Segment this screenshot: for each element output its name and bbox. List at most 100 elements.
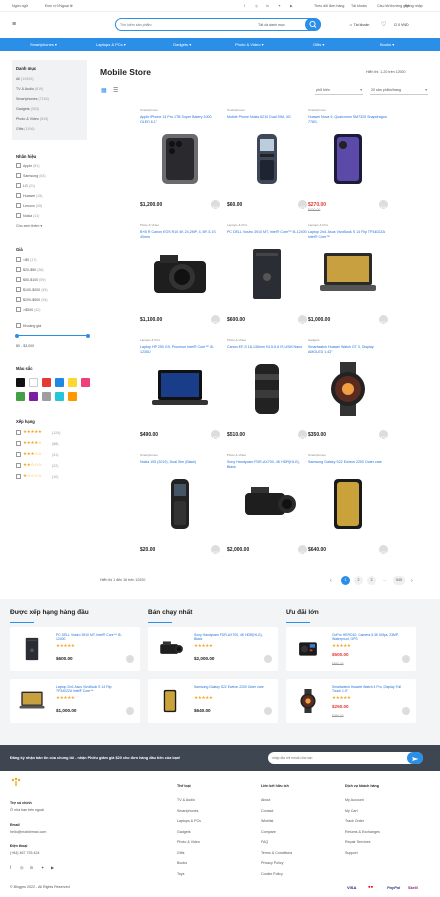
price-slider-max-handle[interactable]	[86, 333, 90, 338]
product-image[interactable]	[312, 475, 384, 533]
footer-link[interactable]: Cookie Policy	[261, 872, 283, 876]
prev-page-icon[interactable]: ‹	[330, 578, 332, 584]
instagram-icon[interactable]: ◎	[255, 4, 258, 8]
product-card[interactable]: Smartphones Samsung Galaxy S22 Ewtron 220…	[308, 453, 388, 563]
product-name[interactable]: B+B R Canon EOS R10 4K 24,2MP, 4, BF-5.1…	[140, 230, 220, 239]
newsletter-email-input[interactable]	[272, 754, 392, 762]
footer-link[interactable]: Laptops & PCs	[177, 819, 201, 823]
category-item[interactable]: Gadgets (393)	[16, 107, 39, 111]
add-to-cart-button[interactable]	[126, 707, 134, 715]
footer-link[interactable]: Track Order	[345, 819, 364, 823]
nav-photo-video[interactable]: Photo & Video ▾	[235, 38, 264, 51]
youtube-icon[interactable]: ▶	[51, 865, 54, 870]
page-last[interactable]: 545	[393, 576, 405, 585]
add-to-cart-button[interactable]	[298, 430, 307, 441]
nav-gadgets[interactable]: Gadgets ▾	[173, 38, 191, 51]
add-to-cart-button[interactable]	[402, 707, 410, 715]
footer-link[interactable]: Smartphones	[177, 809, 198, 813]
add-to-cart-button[interactable]	[264, 707, 272, 715]
add-to-cart-button[interactable]	[211, 545, 220, 556]
price-checkbox[interactable]	[16, 257, 21, 262]
widget-product-image[interactable]	[154, 634, 186, 664]
twitter-icon[interactable]: ✦	[278, 4, 281, 8]
widget-product[interactable]: GoPro HERO10, Camera 5.3K 60fps, 23MP, W…	[286, 627, 416, 671]
color-swatch-gray[interactable]	[42, 392, 51, 401]
footer-link[interactable]: About	[261, 798, 270, 802]
product-card[interactable]: Photo & Video Canon EF-S 18-135mm f/3.5-5…	[227, 338, 307, 448]
footer-link[interactable]: Toys	[177, 872, 184, 876]
nav-smartphones[interactable]: Smartphones ▾	[30, 38, 57, 51]
brand-checkbox[interactable]	[16, 203, 21, 208]
product-card[interactable]: Photo & Video Sony Handycam FDR-AX700, 4K…	[227, 453, 307, 563]
linkedin-icon[interactable]: in	[30, 865, 33, 870]
price-checkbox[interactable]	[16, 297, 21, 302]
grid-view-icon[interactable]: ▦	[101, 87, 107, 94]
product-name[interactable]: PC DELL Vostro 3910 MT, Intel® Core™ i5-…	[227, 230, 307, 235]
widget-product-image[interactable]	[154, 686, 186, 716]
add-to-cart-button[interactable]	[211, 315, 220, 326]
category-item[interactable]: Smartphones (7154)	[16, 97, 49, 101]
product-card[interactable]: Laptops & PCs Laptop HP 250 G9, Procesor …	[140, 338, 220, 448]
color-swatch-orange[interactable]	[68, 392, 77, 401]
rating-checkbox[interactable]	[16, 452, 21, 457]
footer-link[interactable]: Gifts	[177, 851, 184, 855]
add-to-cart-button[interactable]	[298, 315, 307, 326]
linkedin-icon[interactable]: in	[266, 4, 269, 8]
product-image[interactable]	[144, 245, 216, 303]
widget-product[interactable]: PC DELL Vostro 3910 MT, Intel® Core™ i5-…	[10, 627, 140, 671]
price-slider-min-handle[interactable]	[15, 333, 19, 338]
product-name[interactable]: Mobile Phone Nokia 6210 Dual SIM, 4G	[227, 115, 307, 120]
page-3[interactable]: 3	[367, 576, 376, 585]
rating-checkbox[interactable]	[16, 463, 21, 468]
product-image[interactable]	[144, 475, 216, 533]
category-item[interactable]: Photo & Video (815)	[16, 117, 48, 121]
product-image[interactable]	[231, 475, 303, 533]
widget-product[interactable]: Samsung Galaxy S22 Ewtron 2200 Outer car…	[148, 679, 278, 723]
footer-link[interactable]: Returns & Exchanges	[345, 830, 380, 834]
color-swatch-black[interactable]	[16, 378, 25, 387]
widget-product-name[interactable]: Samsung Galaxy S22 Ewtron 2200 Outer car…	[194, 685, 266, 689]
footer-link[interactable]: Books	[177, 861, 187, 865]
category-item[interactable]: TV & Audio (819)	[16, 87, 43, 91]
next-page-icon[interactable]: ›	[411, 578, 413, 584]
product-card[interactable]: Smartphones Apple iPhone 14 Pro 1TB Super…	[140, 108, 220, 218]
color-swatch-cyan[interactable]	[55, 392, 64, 401]
cart-button[interactable]: ⊡ 0 VND	[394, 23, 409, 27]
add-to-cart-button[interactable]	[402, 655, 410, 663]
price-checkbox[interactable]	[16, 287, 21, 292]
product-card[interactable]: Laptops & PCs PC DELL Vostro 3910 MT, Int…	[227, 223, 307, 333]
add-to-cart-button[interactable]	[211, 430, 220, 441]
price-checkbox[interactable]	[16, 307, 21, 312]
nav-laptops[interactable]: Laptops & PCs ▾	[96, 38, 126, 51]
footer-link[interactable]: Repair Services	[345, 840, 370, 844]
add-to-cart-button[interactable]	[379, 200, 388, 211]
instagram-icon[interactable]: ◎	[20, 865, 24, 870]
color-swatch-purple[interactable]	[29, 392, 38, 401]
product-card[interactable]: Smartphones Nokia 105 (2019), Dual Sim (B…	[140, 453, 220, 563]
facebook-icon[interactable]: f	[10, 865, 11, 870]
rating-checkbox[interactable]	[16, 474, 21, 479]
add-to-cart-button[interactable]	[379, 545, 388, 556]
account-button[interactable]: ☺ Tài khoản	[349, 23, 369, 27]
brand-checkbox[interactable]	[16, 193, 21, 198]
widget-product[interactable]: Smartwatch Huawei Watch 4 Pro, Display F…	[286, 679, 416, 723]
color-swatch-red[interactable]	[42, 378, 51, 387]
rating-checkbox[interactable]	[16, 441, 21, 446]
footer-link[interactable]: Compare	[261, 830, 276, 834]
product-image[interactable]	[144, 130, 216, 188]
widget-product-image[interactable]	[16, 686, 48, 716]
widget-product-image[interactable]	[16, 634, 48, 664]
product-card[interactable]: Gadgets Smartwatch Huawei Watch GT 3, Dis…	[308, 338, 388, 448]
product-image[interactable]	[312, 245, 384, 303]
rating-checkbox[interactable]	[16, 430, 21, 435]
product-card[interactable]: Photo & Video B+B R Canon EOS R10 4K 24,2…	[140, 223, 220, 333]
product-image[interactable]	[312, 360, 384, 418]
product-image[interactable]	[231, 360, 303, 418]
product-name[interactable]: Laptop HP 250 G9, Procesor Intel® Core™ …	[140, 345, 220, 354]
product-name[interactable]: Huawei Nova 9, Qualcomm SM7325 Snapdrago…	[308, 115, 388, 124]
widget-product-image[interactable]	[292, 634, 324, 664]
product-image[interactable]	[144, 360, 216, 418]
email-link[interactable]: hello@mobilemax.com	[10, 830, 46, 834]
product-name[interactable]: Laptop 2in1 Asus VivoBook S 14 Flip TP34…	[308, 230, 388, 239]
youtube-icon[interactable]: ▶	[290, 4, 293, 8]
